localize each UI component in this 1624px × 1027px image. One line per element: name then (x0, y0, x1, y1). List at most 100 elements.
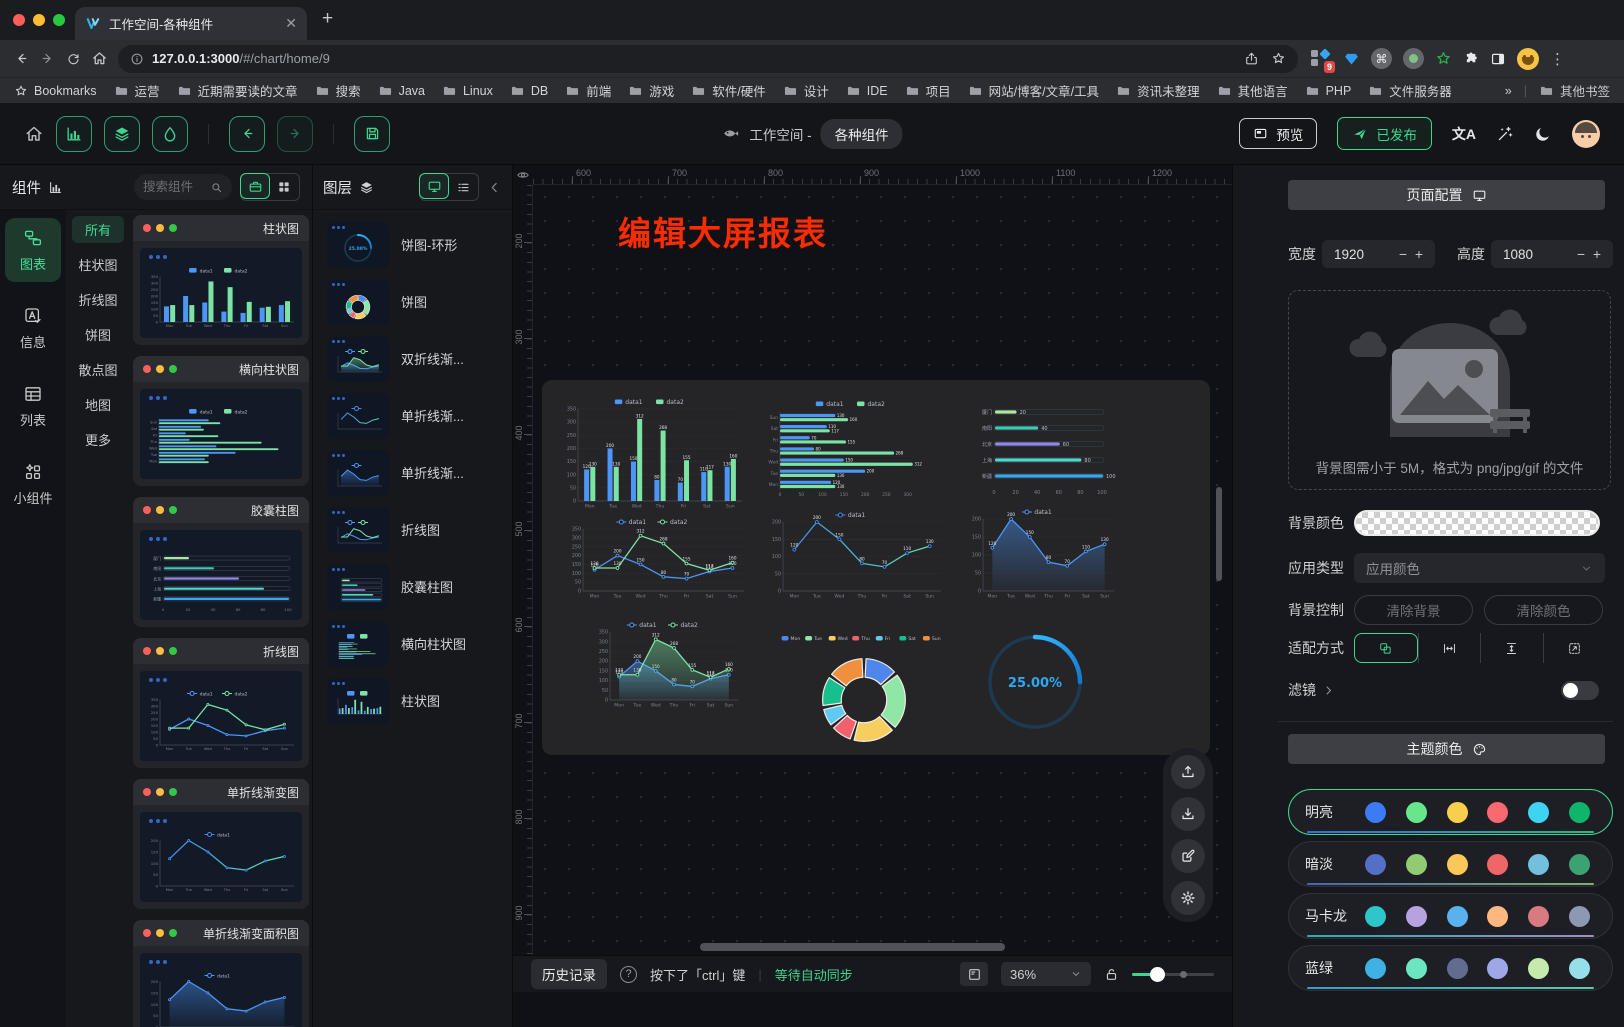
bookmark-item[interactable]: 前端 (565, 81, 611, 100)
component-card[interactable]: 胶囊柱图厦门南阳北京上海新疆020406080100 (133, 497, 309, 627)
history-button[interactable]: 历史记录 (531, 959, 607, 989)
bookmark-item[interactable]: 设计 (783, 81, 829, 100)
component-card[interactable]: 柱状图data1data2050100150200250300350MonTue… (133, 215, 309, 345)
canvas-chart-area-double[interactable]: data1data2050100150200250300350MonTueWed… (592, 618, 744, 712)
briefcase-view-button[interactable] (240, 173, 270, 199)
site-info-icon[interactable] (130, 52, 144, 66)
bookmark-item[interactable]: Java (378, 83, 425, 98)
bookmark-item[interactable]: PHP (1305, 83, 1352, 98)
canvas-chart-area-single[interactable]: data1050100150200MonTueWedThuFriSatSun12… (965, 505, 1120, 603)
home-icon[interactable] (86, 50, 112, 67)
bookmark-item[interactable]: 文件服务器 (1368, 81, 1452, 100)
layer-item[interactable]: 横向柱状图 (313, 615, 512, 672)
bookmark-item[interactable]: 游戏 (628, 81, 674, 100)
zoom-level-select[interactable]: 36% (1001, 962, 1091, 986)
user-avatar[interactable] (1572, 120, 1600, 148)
canvas-text-title[interactable]: 编辑大屏报表 (618, 207, 828, 255)
theme-color-button[interactable]: 主题颜色 (1288, 734, 1605, 764)
height-increase-button[interactable]: + (1589, 246, 1605, 262)
filter-toggle[interactable] (1561, 681, 1599, 700)
browser-tab[interactable]: 工作空间-各种组件 ✕ (75, 7, 307, 40)
height-decrease-button[interactable]: − (1573, 246, 1589, 262)
layer-item[interactable]: 单折线渐... (313, 387, 512, 444)
sidebar-item-信息[interactable]: 信息 (5, 296, 61, 360)
bookmarks-overflow-icon[interactable]: » (1505, 84, 1512, 98)
layers-panel-toggle-button[interactable] (104, 116, 140, 152)
settings-gear-button[interactable] (1171, 881, 1205, 915)
extension-badge-icon[interactable]: 9 (1310, 48, 1332, 70)
component-card[interactable]: 单折线渐变面积图data1050100150200MonTueWedThuFri… (133, 920, 309, 1027)
command-extension-icon[interactable]: ⌘ (1371, 48, 1392, 69)
bookmark-item[interactable]: 运营 (114, 81, 160, 100)
maximize-window-button[interactable] (53, 14, 65, 26)
chevron-right-icon[interactable] (1322, 684, 1335, 697)
back-icon[interactable] (8, 50, 34, 67)
layer-item[interactable]: 单折线渐... (313, 444, 512, 501)
category-地图[interactable]: 地图 (72, 391, 124, 418)
notes-panel-button[interactable] (960, 962, 988, 986)
component-search[interactable] (134, 174, 232, 200)
reload-icon[interactable] (60, 51, 86, 66)
dark-mode-moon-icon[interactable] (1534, 125, 1552, 143)
forward-icon[interactable] (34, 50, 60, 67)
filter-panel-toggle-button[interactable] (152, 116, 188, 152)
adapt-width-button[interactable] (1418, 633, 1481, 663)
bookmark-item[interactable]: 项目 (905, 81, 951, 100)
theme-row-蓝绿[interactable]: 蓝绿 (1288, 945, 1613, 991)
layer-item[interactable]: 折线图 (313, 501, 512, 558)
horizontal-scrollbar[interactable] (700, 943, 1005, 951)
width-stepper[interactable]: 1920 − + (1322, 240, 1435, 268)
profile-avatar[interactable] (1517, 48, 1539, 70)
page-config-button[interactable]: 页面配置 (1288, 180, 1605, 210)
component-card[interactable]: 横向柱状图data1data2SunSatFriThuWedTueMon (133, 356, 309, 486)
category-柱状图[interactable]: 柱状图 (72, 251, 124, 278)
export-button[interactable] (1171, 755, 1205, 789)
background-color-swatch[interactable] (1354, 510, 1600, 536)
background-upload-area[interactable]: 背景图需小于 5M，格式为 png/jpg/gif 的文件 (1288, 290, 1611, 490)
translate-icon[interactable]: 文A (1452, 124, 1476, 144)
theme-row-暗淡[interactable]: 暗淡 (1288, 841, 1613, 887)
edit-button[interactable] (1171, 839, 1205, 873)
height-stepper[interactable]: 1080 − + (1491, 240, 1613, 268)
star-extension-icon[interactable] (1435, 50, 1452, 67)
share-icon[interactable] (1244, 51, 1259, 66)
width-increase-button[interactable]: + (1411, 246, 1427, 262)
app-home-icon[interactable] (24, 124, 44, 144)
bookmark-item[interactable]: 资讯未整理 (1116, 81, 1200, 100)
category-更多[interactable]: 更多 (72, 426, 124, 453)
sidebar-item-图表[interactable]: 图表 (5, 218, 61, 282)
minimize-window-button[interactable] (33, 14, 45, 26)
bookmark-item[interactable]: 软件/硬件 (691, 81, 765, 100)
canvas-chart-line-single[interactable]: data1050100150200MonTueWedThuFriSatSun12… (765, 508, 947, 603)
project-name-pill[interactable]: 各种组件 (821, 119, 903, 149)
magic-wand-icon[interactable] (1496, 125, 1514, 143)
slider-knob[interactable] (1150, 967, 1165, 982)
design-canvas[interactable]: 6007008009001000110012001300 20030040050… (513, 165, 1232, 1027)
vertical-scrollbar[interactable] (1216, 487, 1222, 581)
layer-item[interactable]: 胶囊柱图 (313, 558, 512, 615)
canvas-chart-donut[interactable]: MonTueWedThuFriSatSun (770, 632, 958, 750)
preview-button[interactable]: 预览 (1239, 118, 1317, 149)
unlock-icon[interactable] (1104, 967, 1119, 982)
search-input[interactable] (143, 180, 206, 194)
width-decrease-button[interactable]: − (1395, 246, 1411, 262)
theme-row-明亮[interactable]: 明亮 (1288, 789, 1613, 835)
layer-item[interactable]: 双折线渐... (313, 330, 512, 387)
category-饼图[interactable]: 饼图 (72, 321, 124, 348)
bookmark-item[interactable]: IDE (846, 83, 888, 98)
list-view-button[interactable] (448, 174, 478, 200)
eye-icon[interactable] (513, 165, 533, 185)
canvas-chart-capsule[interactable]: 厦门20南阳40北京60上海80新疆100020406080100 (972, 398, 1122, 496)
canvas-chart-bar-double[interactable]: data1data2050100150200250300350MonTueWed… (560, 395, 748, 513)
layer-item[interactable]: 柱状图 (313, 672, 512, 729)
layer-item[interactable]: 25.00%饼图-环形 (313, 216, 512, 273)
collapse-panel-icon[interactable] (487, 180, 502, 195)
app-type-select[interactable]: 应用颜色 (1354, 553, 1605, 583)
category-散点图[interactable]: 散点图 (72, 356, 124, 383)
download-button[interactable] (1171, 797, 1205, 831)
adapt-height-button[interactable] (1480, 633, 1543, 663)
category-折线图[interactable]: 折线图 (72, 286, 124, 313)
new-tab-button[interactable]: + (322, 8, 333, 30)
bookmark-item[interactable]: 搜索 (315, 81, 361, 100)
redo-button[interactable] (277, 116, 313, 152)
